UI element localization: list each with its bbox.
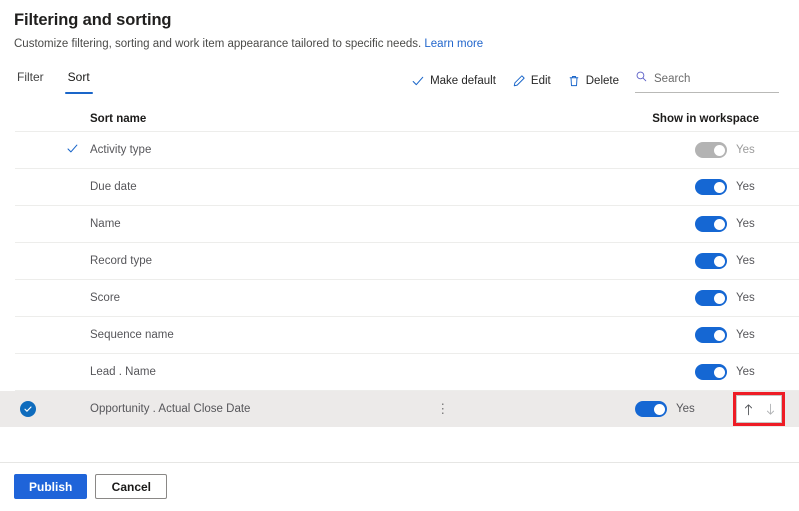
row-name-cell: Sequence name (90, 329, 434, 341)
row-name-label: Lead . Name (90, 366, 156, 378)
toggle-value-label: Yes (736, 181, 755, 193)
show-in-workspace-toggle[interactable] (695, 364, 728, 380)
table-row[interactable]: Name Yes (0, 206, 799, 242)
table-row[interactable]: Record type Yes (0, 243, 799, 279)
default-marker-cell (55, 142, 90, 158)
show-in-workspace-toggle (695, 142, 728, 158)
show-in-workspace-cell: Yes (695, 216, 799, 232)
reorder-controls (736, 395, 782, 423)
search-input[interactable] (654, 73, 764, 85)
tabs-and-command-bar: Filter Sort Make default Edit Delete (0, 66, 799, 104)
toggle-value-label: Yes (676, 403, 695, 415)
show-in-workspace-toggle[interactable] (635, 401, 668, 417)
edit-button[interactable]: Edit (504, 71, 559, 91)
show-in-workspace-cell: Yes (695, 253, 799, 269)
tab-filter[interactable]: Filter (14, 66, 47, 94)
table-row-selected[interactable]: Opportunity . Actual Close Date ⋮ Yes (0, 391, 799, 427)
delete-label: Delete (585, 74, 619, 87)
show-in-workspace-toggle[interactable] (695, 253, 728, 269)
row-overflow-menu-icon[interactable]: ⋮ (413, 402, 473, 415)
delete-button[interactable]: Delete (559, 71, 627, 91)
row-name-cell: Opportunity . Actual Close Date (90, 403, 413, 415)
table-row[interactable]: Score Yes (0, 280, 799, 316)
publish-button[interactable]: Publish (14, 474, 88, 499)
row-name-cell: Due date (90, 181, 416, 193)
show-in-workspace-toggle[interactable] (695, 216, 727, 232)
row-name-label: Activity type (90, 144, 152, 156)
make-default-label: Make default (430, 74, 496, 87)
move-up-button[interactable] (737, 396, 759, 422)
search-box[interactable] (635, 68, 779, 93)
move-down-button[interactable] (759, 396, 781, 422)
make-default-button[interactable]: Make default (403, 71, 504, 91)
row-select-cell[interactable] (0, 401, 55, 417)
reorder-controls-annotation (733, 392, 785, 426)
trash-icon (567, 74, 581, 88)
toggle-value-label: Yes (736, 329, 755, 341)
footer-actions: Publish Cancel (14, 474, 168, 499)
page-header: Filtering and sorting Customize filterin… (0, 0, 799, 52)
cancel-button[interactable]: Cancel (95, 474, 168, 499)
row-checkbox-checked-icon[interactable] (19, 401, 36, 417)
toggle-value-label: Yes (736, 144, 755, 156)
search-icon (635, 70, 648, 88)
row-name-label: Opportunity . Actual Close Date (90, 403, 251, 415)
footer-separator (0, 462, 799, 463)
table-row[interactable]: Due date Yes (0, 169, 799, 205)
show-in-workspace-toggle[interactable] (695, 327, 728, 343)
show-in-workspace-cell: Yes (695, 327, 799, 343)
row-name-label: Score (90, 292, 121, 304)
column-header-show-in-workspace: Show in workspace (652, 112, 759, 125)
row-name-cell: Record type (90, 255, 424, 267)
edit-label: Edit (530, 74, 551, 87)
table-row[interactable]: Lead . Name Yes (0, 354, 799, 390)
row-name-cell: Lead . Name (90, 366, 425, 378)
page-subtitle-text: Customize filtering, sorting and work it… (14, 38, 422, 50)
row-name-label: Due date (90, 181, 137, 193)
page-subtitle: Customize filtering, sorting and work it… (14, 37, 785, 52)
toggle-value-label: Yes (736, 366, 755, 378)
toggle-value-label: Yes (736, 292, 755, 304)
column-header-sort-name: Sort name (90, 112, 147, 125)
toggle-value-label: Yes (736, 218, 755, 230)
checkmark-icon (411, 74, 425, 88)
tab-sort[interactable]: Sort (64, 66, 93, 94)
row-name-cell: Activity type (90, 144, 423, 156)
show-in-workspace-cell: Yes (695, 142, 799, 158)
show-in-workspace-cell: Yes (695, 179, 799, 195)
row-name-label: Sequence name (90, 329, 174, 341)
table-row[interactable]: Sequence name Yes (0, 317, 799, 353)
learn-more-link[interactable]: Learn more (424, 38, 483, 50)
row-name-label: Record type (90, 255, 153, 267)
show-in-workspace-toggle[interactable] (695, 290, 728, 306)
default-checkmark-icon (66, 142, 79, 158)
show-in-workspace-cell: Yes (635, 401, 739, 417)
show-in-workspace-cell: Yes (695, 364, 799, 380)
page-title: Filtering and sorting (14, 11, 172, 29)
command-bar: Make default Edit Delete (403, 68, 779, 93)
tab-list: Filter Sort (14, 66, 93, 94)
pencil-icon (512, 74, 526, 88)
row-name-cell: Name (90, 218, 408, 230)
show-in-workspace-cell: Yes (695, 290, 799, 306)
sort-table: Sort name Show in workspace Activity typ… (0, 106, 799, 427)
table-row[interactable]: Activity type Yes (0, 132, 799, 168)
row-name-cell: Score (90, 292, 408, 304)
show-in-workspace-toggle[interactable] (695, 179, 727, 195)
table-header-row: Sort name Show in workspace (0, 106, 799, 131)
row-name-label: Name (90, 218, 121, 230)
toggle-value-label: Yes (736, 255, 755, 267)
